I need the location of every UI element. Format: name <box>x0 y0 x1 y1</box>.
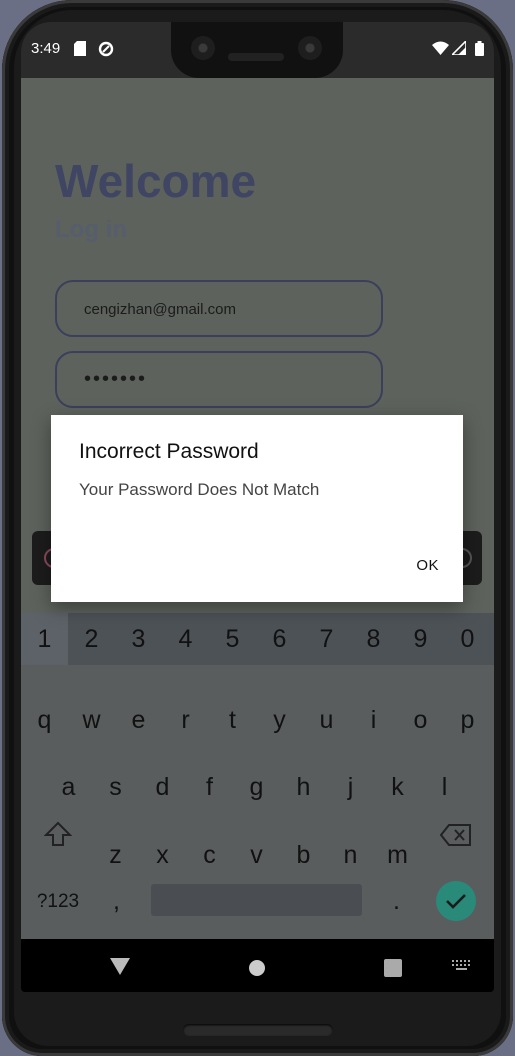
letter-key-r[interactable]: r <box>162 706 209 735</box>
data-saver-icon <box>98 41 114 57</box>
number-key-9[interactable]: 9 <box>397 625 444 654</box>
ok-button[interactable]: OK <box>416 557 439 574</box>
letter-key-m[interactable]: m <box>374 841 421 870</box>
login-subheading: Log in <box>55 216 127 243</box>
letter-key-o[interactable]: o <box>397 706 444 735</box>
status-bar: 3:49 <box>21 22 494 78</box>
number-key-0[interactable]: 0 <box>444 625 491 654</box>
earpiece-speaker <box>228 53 284 61</box>
back-icon[interactable] <box>110 958 130 976</box>
letter-key-f[interactable]: f <box>186 773 233 802</box>
letter-key-i[interactable]: i <box>350 706 397 735</box>
letter-key-n[interactable]: n <box>327 841 374 870</box>
recents-icon[interactable] <box>384 959 402 977</box>
letter-key-w[interactable]: w <box>68 706 115 735</box>
home-icon[interactable] <box>248 959 266 977</box>
letter-key-t[interactable]: t <box>209 706 256 735</box>
letter-key-z[interactable]: z <box>92 841 139 870</box>
letter-key-s[interactable]: s <box>92 773 139 802</box>
alert-dialog: Incorrect Password Your Password Does No… <box>51 415 463 602</box>
number-key-7[interactable]: 7 <box>303 625 350 654</box>
letter-key-p[interactable]: p <box>444 706 491 735</box>
letter-key-h[interactable]: h <box>280 773 327 802</box>
sd-card-icon <box>74 41 86 56</box>
number-key-2[interactable]: 2 <box>68 625 115 654</box>
number-key-8[interactable]: 8 <box>350 625 397 654</box>
letter-key-x[interactable]: x <box>139 841 186 870</box>
number-key-6[interactable]: 6 <box>256 625 303 654</box>
welcome-heading: Welcome <box>55 155 257 207</box>
wifi-icon <box>432 41 449 55</box>
signal-icon <box>452 41 466 55</box>
letter-key-a[interactable]: a <box>45 773 92 802</box>
email-field[interactable]: cengizhan@gmail.com <box>55 280 383 337</box>
letter-key-v[interactable]: v <box>233 841 280 870</box>
letter-key-k[interactable]: k <box>374 773 421 802</box>
letter-key-q[interactable]: q <box>21 706 68 735</box>
password-value: ••••••• <box>84 368 148 390</box>
space-bar[interactable] <box>151 884 362 916</box>
period-key[interactable]: . <box>373 887 420 916</box>
letter-key-e[interactable]: e <box>115 706 162 735</box>
front-camera-right <box>298 36 322 60</box>
letter-key-d[interactable]: d <box>139 773 186 802</box>
phone-chin-bar <box>183 1024 333 1036</box>
camera-notch <box>171 22 343 78</box>
keyboard-switch-icon[interactable] <box>452 960 472 972</box>
letter-key-l[interactable]: l <box>421 773 468 802</box>
letter-key-y[interactable]: y <box>256 706 303 735</box>
number-key-5[interactable]: 5 <box>209 625 256 654</box>
number-key-4[interactable]: 4 <box>162 625 209 654</box>
navigation-bar <box>21 939 494 992</box>
battery-icon <box>475 41 484 56</box>
letter-key-u[interactable]: u <box>303 706 350 735</box>
soft-keyboard: 1234567890 qwertyuiop asdfghjkl zxcvbnm ?1… <box>21 613 494 939</box>
letter-key-b[interactable]: b <box>280 841 327 870</box>
dialog-message: Your Password Does Not Match <box>79 480 320 499</box>
letter-key-g[interactable]: g <box>233 773 280 802</box>
letter-key-j[interactable]: j <box>327 773 374 802</box>
shift-icon[interactable] <box>44 821 72 847</box>
number-key-1[interactable]: 1 <box>21 625 68 654</box>
status-time: 3:49 <box>31 40 61 57</box>
password-field[interactable]: ••••••• <box>55 351 383 408</box>
comma-key[interactable]: , <box>93 887 140 916</box>
email-value: cengizhan@gmail.com <box>84 301 236 318</box>
letter-key-c[interactable]: c <box>186 841 233 870</box>
backspace-icon[interactable] <box>440 824 472 846</box>
dialog-title: Incorrect Password <box>79 440 259 463</box>
front-camera-left <box>191 36 215 60</box>
check-icon <box>446 894 466 909</box>
number-key-3[interactable]: 3 <box>115 625 162 654</box>
symbols-key[interactable]: ?123 <box>33 891 83 913</box>
number-row: 1234567890 <box>21 613 494 665</box>
enter-key[interactable] <box>436 881 476 921</box>
